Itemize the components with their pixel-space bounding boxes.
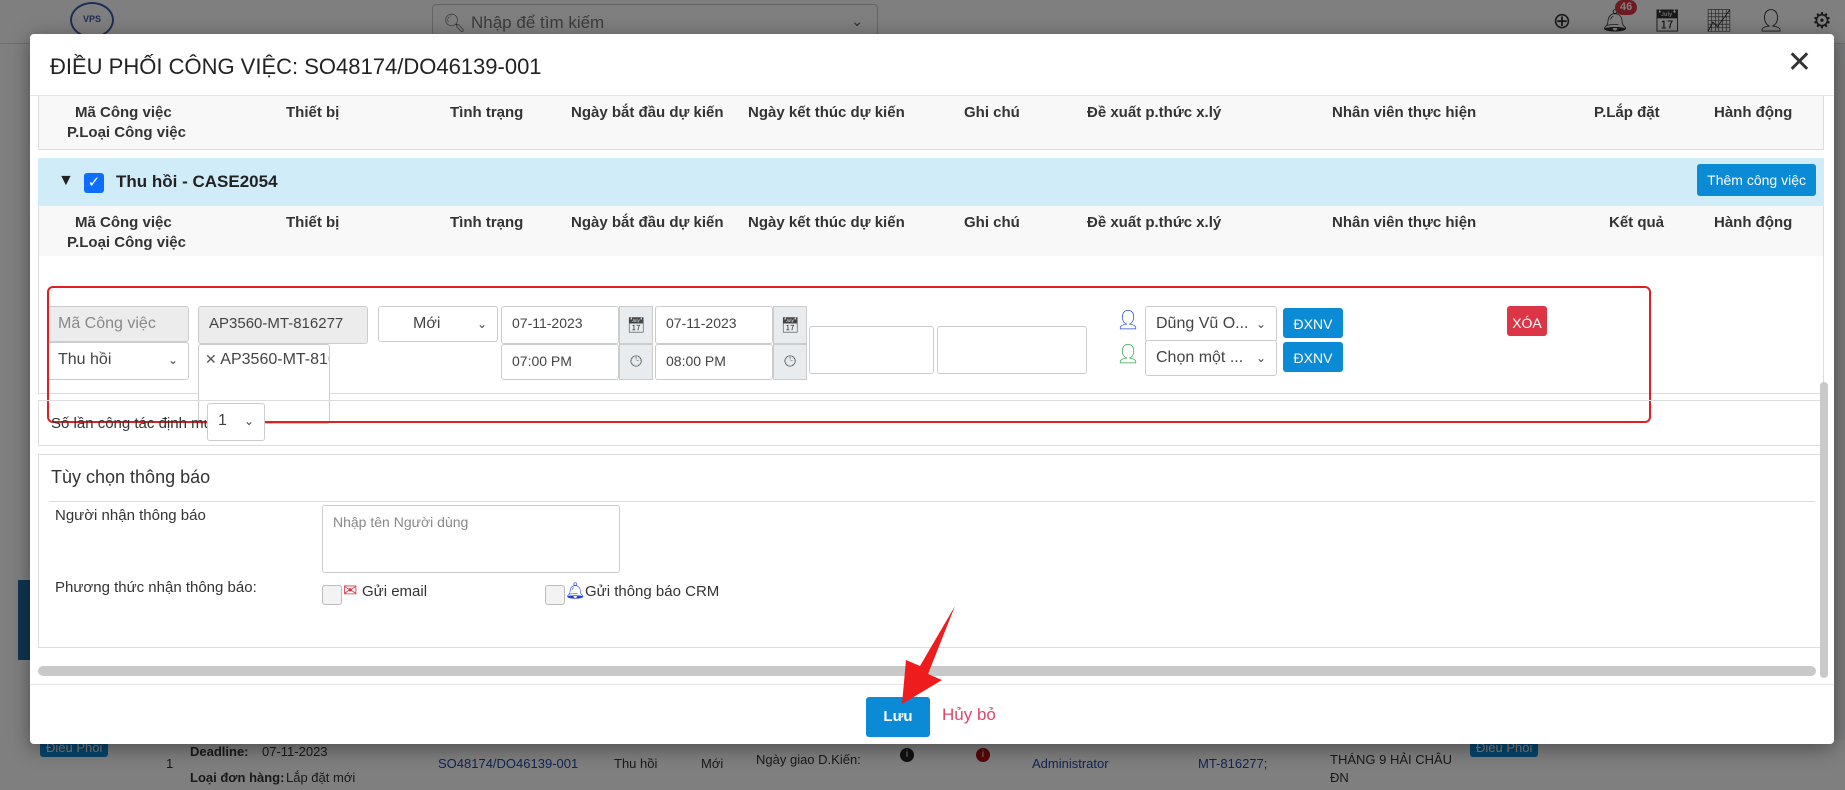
email-checkbox[interactable] (322, 585, 342, 605)
header-end-date: Ngày kết thúc dự kiến (748, 214, 905, 231)
header-note: Ghi chú (964, 214, 1020, 231)
crm-checkbox[interactable] (545, 585, 565, 605)
recipient-input[interactable]: Nhập tên Người dùng (322, 505, 620, 573)
header-note: Ghi chú (964, 104, 1020, 121)
modal-title: ĐIỀU PHỐI CÔNG VIỆC: SO48174/DO46139-001 (50, 54, 542, 79)
caret-down-icon[interactable]: ▼ (58, 172, 74, 190)
add-job-button[interactable]: Thêm công việc (1697, 164, 1816, 196)
chevron-down-icon: ⌄ (243, 414, 254, 428)
method-label: Phương thức nhận thông báo: (55, 579, 257, 596)
header-status: Tình trạng (450, 104, 524, 121)
header-install: P.Lắp đặt (1594, 104, 1660, 121)
header-result: Kết quả (1609, 214, 1665, 231)
bell-icon: 🔔︎ (565, 583, 586, 600)
quota-label: Số lần công tác định mức: (51, 415, 226, 432)
case-group-bar: ▼ ✓ Thu hồi - CASE2054 Thêm công việc (38, 158, 1824, 206)
modal-header: ĐIỀU PHỐI CÔNG VIỆC: SO48174/DO46139-001… (30, 34, 1834, 96)
header-status: Tình trạng (450, 214, 524, 231)
header-device: Thiết bị (286, 214, 340, 231)
vertical-scrollbar[interactable] (1820, 382, 1828, 678)
annotation-arrow (902, 606, 955, 704)
header-proposal: Đề xuất p.thức x.lý (1087, 104, 1222, 121)
header-job-code: Mã Công việc (75, 104, 172, 121)
close-icon[interactable]: ✕ (1787, 48, 1812, 78)
header-job-type: P.Loại Công việc (67, 124, 186, 141)
case-checkbox[interactable]: ✓ (84, 173, 104, 193)
header-start-date: Ngày bắt đầu dự kiến (571, 214, 724, 231)
quota-select[interactable]: 1 ⌄ (207, 403, 265, 441)
header-job-type: P.Loại Công việc (67, 234, 186, 251)
header-end-date: Ngày kết thúc dự kiến (748, 104, 905, 121)
header-start-date: Ngày bắt đầu dự kiến (571, 104, 724, 121)
quota-value: 1 (218, 412, 227, 429)
case-label: Thu hồi - CASE2054 (116, 172, 278, 191)
header-proposal: Đề xuất p.thức x.lý (1087, 214, 1222, 231)
header-action: Hành động (1714, 214, 1793, 231)
case-table-header: Mã Công việc P.Loại Công việc Thiết bị T… (39, 206, 1823, 256)
header-staff: Nhân viên thực hiện (1332, 104, 1477, 121)
crm-label: Gửi thông báo CRM (585, 583, 720, 600)
envelope-icon: ✉ (343, 581, 358, 600)
divider (49, 501, 1815, 502)
header-job-code: Mã Công việc (75, 214, 172, 231)
email-label: Gửi email (362, 583, 428, 600)
job-table-header-top: Mã Công việc P.Loại Công việc Thiết bị T… (38, 96, 1824, 150)
recipient-label: Người nhận thông báo (55, 507, 206, 524)
header-device: Thiết bị (286, 104, 340, 121)
quota-row: Số lần công tác định mức: 1 ⌄ (38, 400, 1824, 446)
header-action: Hành động (1714, 104, 1793, 121)
header-staff: Nhân viên thực hiện (1332, 214, 1477, 231)
cancel-button[interactable]: Hủy bỏ (942, 705, 996, 725)
notification-title: Tùy chọn thông báo (51, 467, 211, 487)
modal-body: Mã Công việc P.Loại Công việc Thiết bị T… (30, 96, 1834, 684)
